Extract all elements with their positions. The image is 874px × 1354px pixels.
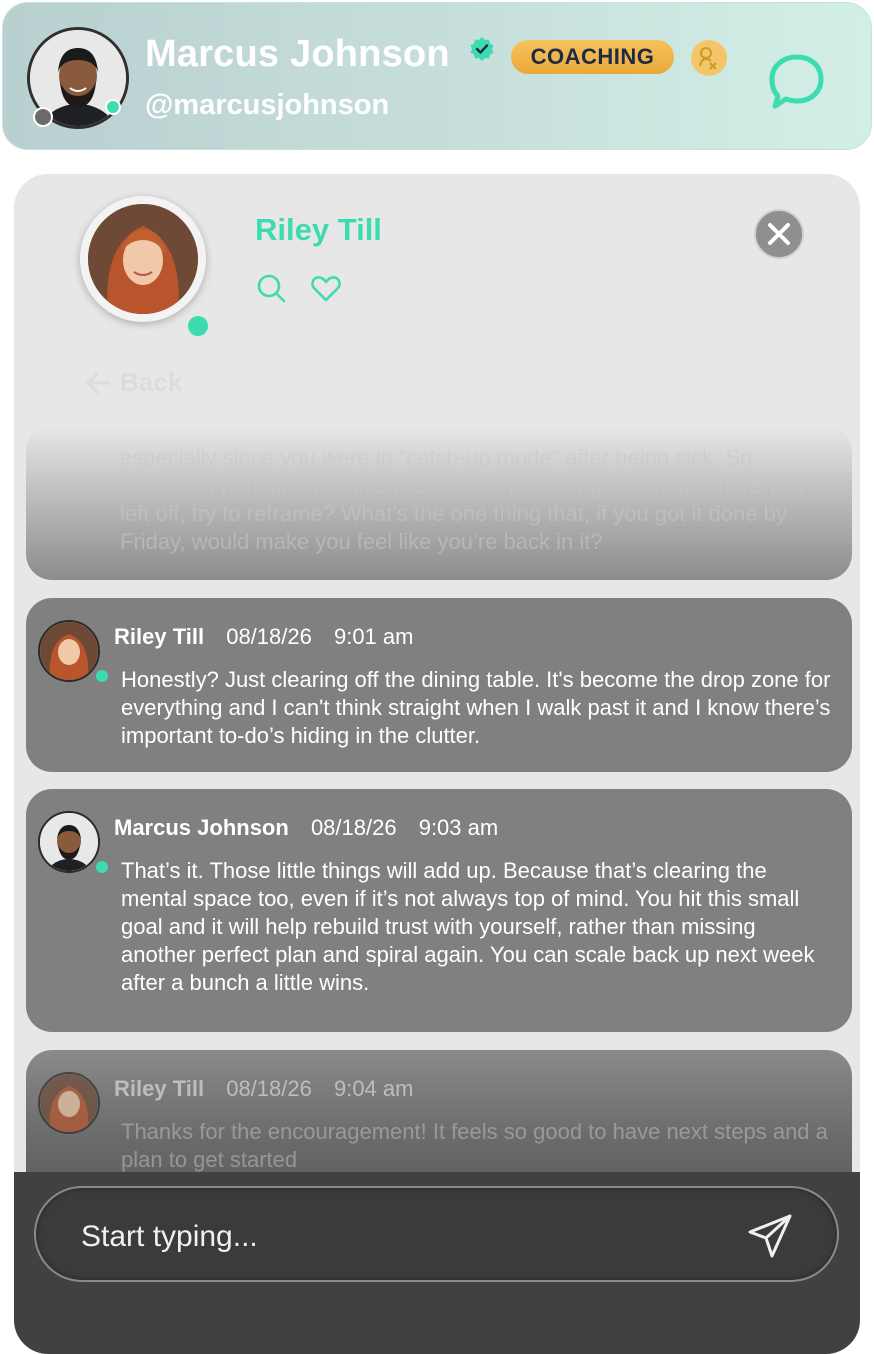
message-input-placeholder: Start typing...: [81, 1220, 258, 1253]
send-icon[interactable]: [746, 1212, 794, 1260]
back-link[interactable]: Back: [84, 367, 182, 398]
message-status-dot: [96, 670, 108, 682]
message-meta: Riley Till 08/18/26 9:04 am: [114, 1076, 413, 1102]
message-bubble: especially since you were in “catch-up m…: [26, 426, 852, 580]
message-status-dot: [96, 861, 108, 873]
message-bubble: Marcus Johnson 08/18/26 9:03 am That’s i…: [26, 789, 852, 1032]
arrow-left-icon: [86, 371, 110, 394]
message-time: 9:04 am: [333, 1076, 414, 1101]
verified-icon: [470, 37, 494, 61]
message-time: 9:01 am: [333, 624, 414, 649]
message-body: Honestly? Just clearing off the dining t…: [121, 667, 831, 748]
back-label: Back: [120, 367, 183, 397]
contact-avatar[interactable]: [80, 196, 206, 322]
message-date: 08/18/26: [310, 815, 397, 840]
header-name: Marcus Johnson: [145, 33, 450, 75]
message-date: 08/18/26: [226, 1076, 312, 1101]
message-avatar: [38, 811, 100, 873]
message-bubble: Riley Till 08/18/26 9:01 am Honestly? Ju…: [26, 598, 852, 772]
search-icon[interactable]: [255, 272, 287, 304]
message-author: Riley Till: [114, 624, 205, 649]
contact-avatar-photo: [88, 204, 198, 314]
close-icon: [768, 223, 790, 245]
message-avatar: [38, 620, 100, 682]
coaching-badge: COACHING: [511, 40, 674, 74]
message-meta: Marcus Johnson 08/18/26 9:03 am: [114, 815, 498, 841]
coach-icon[interactable]: [691, 40, 727, 76]
message-time: 9:03 am: [418, 815, 499, 840]
contact-online-dot: [188, 316, 208, 336]
message-date: 08/18/26: [226, 624, 312, 649]
message-body: especially since you were in “catch-up m…: [120, 445, 804, 554]
heart-icon[interactable]: [310, 272, 342, 304]
message-input[interactable]: Start typing...: [34, 1186, 839, 1282]
message-author: Marcus Johnson: [114, 815, 289, 840]
contact-name: Riley Till: [255, 212, 382, 247]
message-author: Riley Till: [114, 1076, 205, 1101]
profile-header: Marcus Johnson @marcusjohnson COACHING: [2, 2, 872, 150]
conversation-panel: Riley Till Back especially since you wer…: [14, 174, 860, 1354]
message-body: Thanks for the encouragement! It feels s…: [121, 1119, 828, 1172]
message-avatar: [38, 1072, 100, 1134]
close-button[interactable]: [754, 209, 804, 259]
small-badge-icon: [33, 107, 53, 127]
header-handle: @marcusjohnson: [145, 89, 390, 121]
message-body: That’s it. Those little things will add …: [121, 858, 815, 995]
online-status-dot: [105, 99, 121, 115]
composer-area: Start typing...: [14, 1172, 860, 1354]
message-meta: Riley Till 08/18/26 9:01 am: [114, 624, 413, 650]
chat-bubble-icon[interactable]: [767, 51, 827, 111]
